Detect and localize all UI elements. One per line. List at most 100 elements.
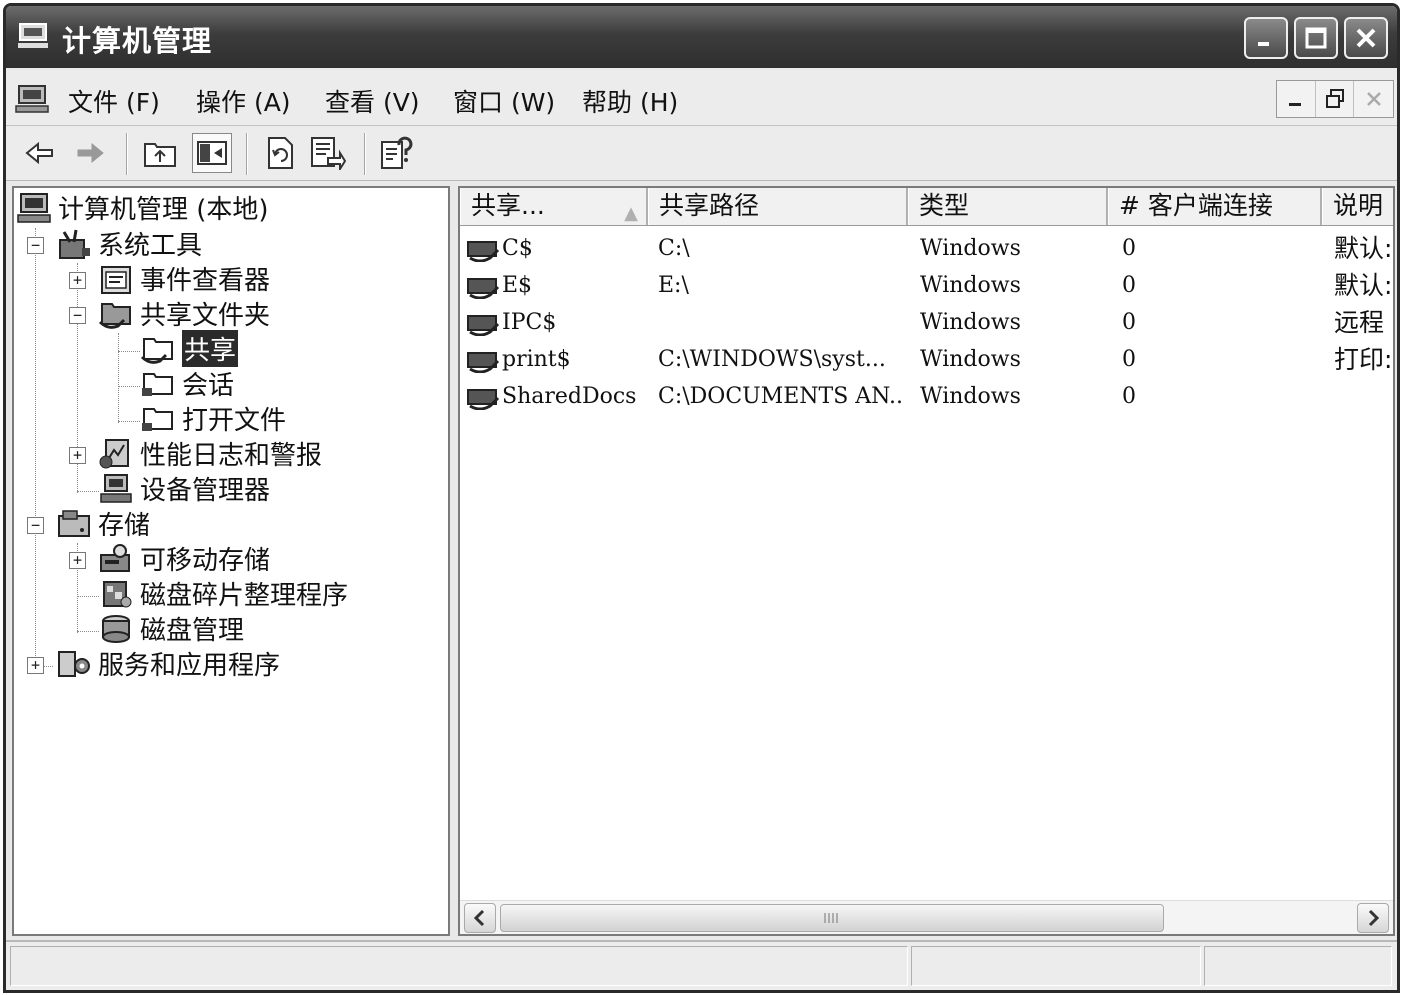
computer-icon [18, 23, 48, 48]
removable-storage-icon [100, 543, 130, 572]
shared-folder-icon [98, 302, 131, 329]
tree-expand-removable-storage[interactable]: + [69, 552, 86, 569]
services-applications-icon [58, 650, 90, 677]
tree-line [118, 333, 119, 423]
tree-label: 磁盘碎片整理程序 [140, 581, 349, 611]
tree-label: 存储 [98, 511, 151, 541]
list-item[interactable]: IPC$ Windows 0 远程 [460, 304, 1393, 341]
tree-item-services-applications[interactable]: 服务和应用程序 [56, 646, 280, 681]
chevron-right-icon [1368, 909, 1380, 927]
title-bar[interactable]: 计算机管理 [6, 6, 1397, 68]
share-path: C:\DOCUMENTS AN... [658, 384, 903, 409]
tree-item-removable-storage[interactable]: 可移动存储 [98, 541, 270, 576]
list-item[interactable]: C$ C:\ Windows 0 默认: [460, 230, 1393, 267]
toolbar-separator [246, 133, 248, 175]
child-close-button[interactable] [1354, 81, 1393, 117]
close-button[interactable] [1344, 17, 1388, 59]
export-list-button[interactable] [308, 133, 348, 173]
tree-item-shared-folders[interactable]: 共享文件夹 [98, 296, 270, 331]
tree-item-event-viewer[interactable]: 事件查看器 [98, 261, 270, 296]
share-path: E:\ [658, 273, 689, 298]
help-button[interactable] [376, 133, 416, 173]
tree-label: 计算机管理 (本地) [58, 195, 269, 225]
tree-item-sessions[interactable]: 会话 [140, 366, 234, 401]
tree-item-computer-management[interactable]: 计算机管理 (本地) [16, 190, 269, 225]
shared-drive-icon [467, 315, 500, 336]
menu-file[interactable]: 文件 (F) [68, 83, 160, 119]
export-list-icon [311, 137, 346, 170]
column-header-client-connections[interactable]: # 客户端连接 [1108, 188, 1322, 225]
column-header-type[interactable]: 类型 [908, 188, 1108, 225]
close-icon [1366, 92, 1381, 106]
tree-label: 共享文件夹 [140, 301, 271, 331]
child-restore-button[interactable] [1316, 81, 1355, 117]
menu-window[interactable]: 窗口 (W) [453, 83, 555, 119]
forward-button[interactable] [70, 133, 110, 173]
menu-help[interactable]: 帮助 (H) [582, 83, 678, 119]
scroll-right-button[interactable] [1357, 903, 1389, 933]
maximize-button[interactable] [1294, 17, 1338, 59]
defrag-icon [103, 580, 132, 607]
tree-item-disk-defragmenter[interactable]: 磁盘碎片整理程序 [98, 576, 348, 611]
menu-action[interactable]: 操作 (A) [196, 83, 291, 119]
sessions-folder-icon [142, 372, 173, 396]
minimize-button[interactable] [1244, 17, 1288, 59]
child-minimize-button[interactable] [1277, 81, 1316, 117]
tree-item-performance-logs[interactable]: 性能日志和警报 [98, 436, 322, 471]
tree-collapse-storage[interactable]: − [27, 517, 44, 534]
status-section [10, 946, 908, 986]
client-connections: 0 [1122, 273, 1136, 298]
list-item[interactable]: print$ C:\WINDOWS\syst... Windows 0 打印: [460, 341, 1393, 378]
list-item[interactable]: E$ E:\ Windows 0 默认: [460, 267, 1393, 304]
show-hide-tree-button[interactable] [192, 133, 232, 173]
scroll-left-button[interactable] [464, 903, 496, 933]
list-item[interactable]: SharedDocs C:\DOCUMENTS AN... Windows 0 [460, 378, 1393, 415]
share-description: 默认: [1334, 271, 1393, 300]
column-header-share-path[interactable]: 共享路径 [648, 188, 908, 225]
back-icon [25, 141, 53, 165]
up-level-icon [144, 143, 176, 167]
horizontal-scrollbar[interactable] [460, 900, 1393, 934]
shared-drive-icon [467, 352, 500, 373]
column-header-description[interactable]: 说明 [1322, 188, 1393, 225]
tree-item-device-manager[interactable]: 设备管理器 [98, 471, 270, 506]
share-type: Windows [920, 310, 1021, 335]
tree-item-disk-management[interactable]: 磁盘管理 [98, 611, 244, 646]
column-header-share-name[interactable]: 共享... ▲ [460, 188, 648, 225]
tree-line [118, 351, 140, 352]
chevron-left-icon [473, 909, 485, 927]
share-name: SharedDocs [502, 384, 637, 409]
forward-icon [77, 142, 104, 164]
tree-item-open-files[interactable]: 打开文件 [140, 401, 286, 436]
menu-view[interactable]: 查看 (V) [325, 83, 420, 119]
share-name: IPC$ [502, 310, 557, 335]
tree-line [77, 596, 99, 597]
device-manager-icon [100, 473, 132, 503]
up-level-button[interactable] [140, 133, 180, 173]
tree-label-selected: 共享 [182, 330, 239, 367]
scrollbar-thumb[interactable] [500, 904, 1164, 932]
shared-drive-icon [467, 278, 500, 299]
console-tree[interactable]: − + − + − + + 计算机管理 (本地) 系统工具 事件查看器 共享文件… [12, 186, 450, 936]
grip-icon [824, 913, 838, 923]
share-path [658, 304, 903, 341]
tree-item-system-tools[interactable]: 系统工具 [56, 226, 202, 261]
tree-expand-event-viewer[interactable]: + [69, 272, 86, 289]
share-description [1334, 378, 1393, 415]
tree-item-storage[interactable]: 存储 [56, 506, 150, 541]
client-connections: 0 [1122, 310, 1136, 335]
refresh-icon [268, 137, 293, 169]
tree-line [35, 228, 36, 668]
tree-expand-services-apps[interactable]: + [27, 657, 44, 674]
tree-line [118, 386, 140, 387]
tree-item-shares[interactable]: 共享 [140, 330, 239, 367]
refresh-button[interactable] [260, 133, 300, 173]
tree-line [118, 421, 140, 422]
minimize-icon [1258, 42, 1269, 46]
tree-collapse-system-tools[interactable]: − [27, 237, 44, 254]
shares-list: 共享... ▲ 共享路径 类型 # 客户端连接 说明 C$ C:\ Window… [458, 186, 1395, 936]
back-button[interactable] [20, 133, 60, 173]
tree-expand-perf-logs[interactable]: + [69, 447, 86, 464]
tree-collapse-shared-folders[interactable]: − [69, 307, 86, 324]
storage-icon [58, 509, 90, 537]
